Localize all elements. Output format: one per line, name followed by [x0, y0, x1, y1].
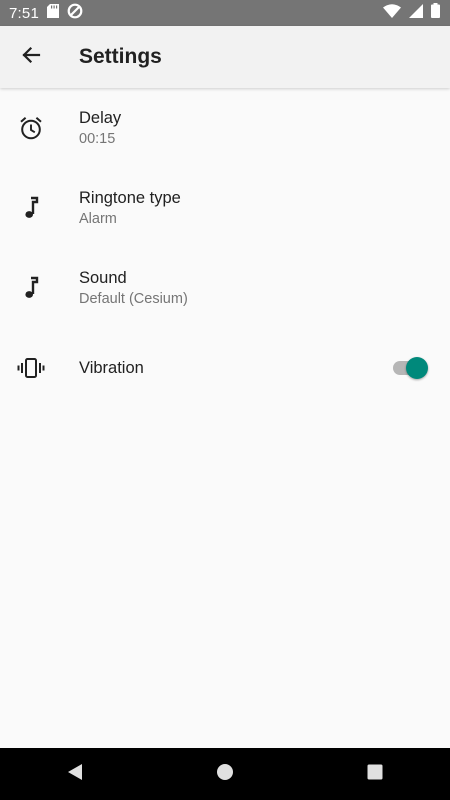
recents-square-icon [367, 764, 383, 785]
back-button[interactable] [0, 26, 62, 88]
setting-title: Vibration [79, 358, 144, 377]
status-bar-right [383, 3, 440, 23]
wifi-icon [383, 3, 401, 23]
setting-title: Ringtone type [79, 189, 181, 207]
status-bar: 7:51 [0, 0, 450, 26]
nav-recents-button[interactable] [345, 748, 405, 800]
sd-card-icon [47, 3, 59, 23]
toggle-thumb [406, 357, 428, 379]
setting-vibration[interactable]: Vibration [0, 328, 450, 408]
setting-sound[interactable]: Sound Default (Cesium) [0, 248, 450, 328]
setting-title: Sound [79, 269, 127, 287]
vibration-toggle[interactable] [393, 356, 429, 380]
arrow-back-icon [21, 45, 41, 70]
setting-delay[interactable]: Delay 00:15 [0, 88, 450, 168]
setting-text: Ringtone type Alarm [79, 189, 181, 227]
setting-value: Alarm [79, 211, 117, 227]
app-bar: Settings [0, 26, 450, 88]
setting-value: 00:15 [79, 131, 116, 147]
status-time: 7:51 [9, 4, 39, 22]
settings-list: Delay 00:15 Ringtone type Alarm Sound De… [0, 88, 450, 408]
nav-home-button[interactable] [195, 748, 255, 800]
setting-text: Vibration [79, 359, 144, 378]
setting-text: Sound Default (Cesium) [79, 269, 188, 307]
nav-back-button[interactable] [45, 748, 105, 800]
home-circle-icon [216, 763, 234, 786]
music-note-icon [0, 276, 62, 300]
vibration-icon [0, 357, 62, 379]
page-title: Settings [79, 45, 162, 68]
data-saver-icon [67, 3, 83, 24]
music-note-icon [0, 196, 62, 220]
battery-icon [431, 3, 440, 23]
setting-title: Delay [79, 109, 122, 127]
status-bar-left: 7:51 [9, 3, 83, 24]
setting-text: Delay 00:15 [79, 109, 121, 147]
system-nav-bar [0, 748, 450, 800]
alarm-clock-icon [0, 115, 62, 141]
setting-value: Default (Cesium) [79, 291, 188, 307]
signal-icon [409, 3, 423, 23]
back-triangle-icon [67, 763, 83, 786]
setting-ringtone-type[interactable]: Ringtone type Alarm [0, 168, 450, 248]
